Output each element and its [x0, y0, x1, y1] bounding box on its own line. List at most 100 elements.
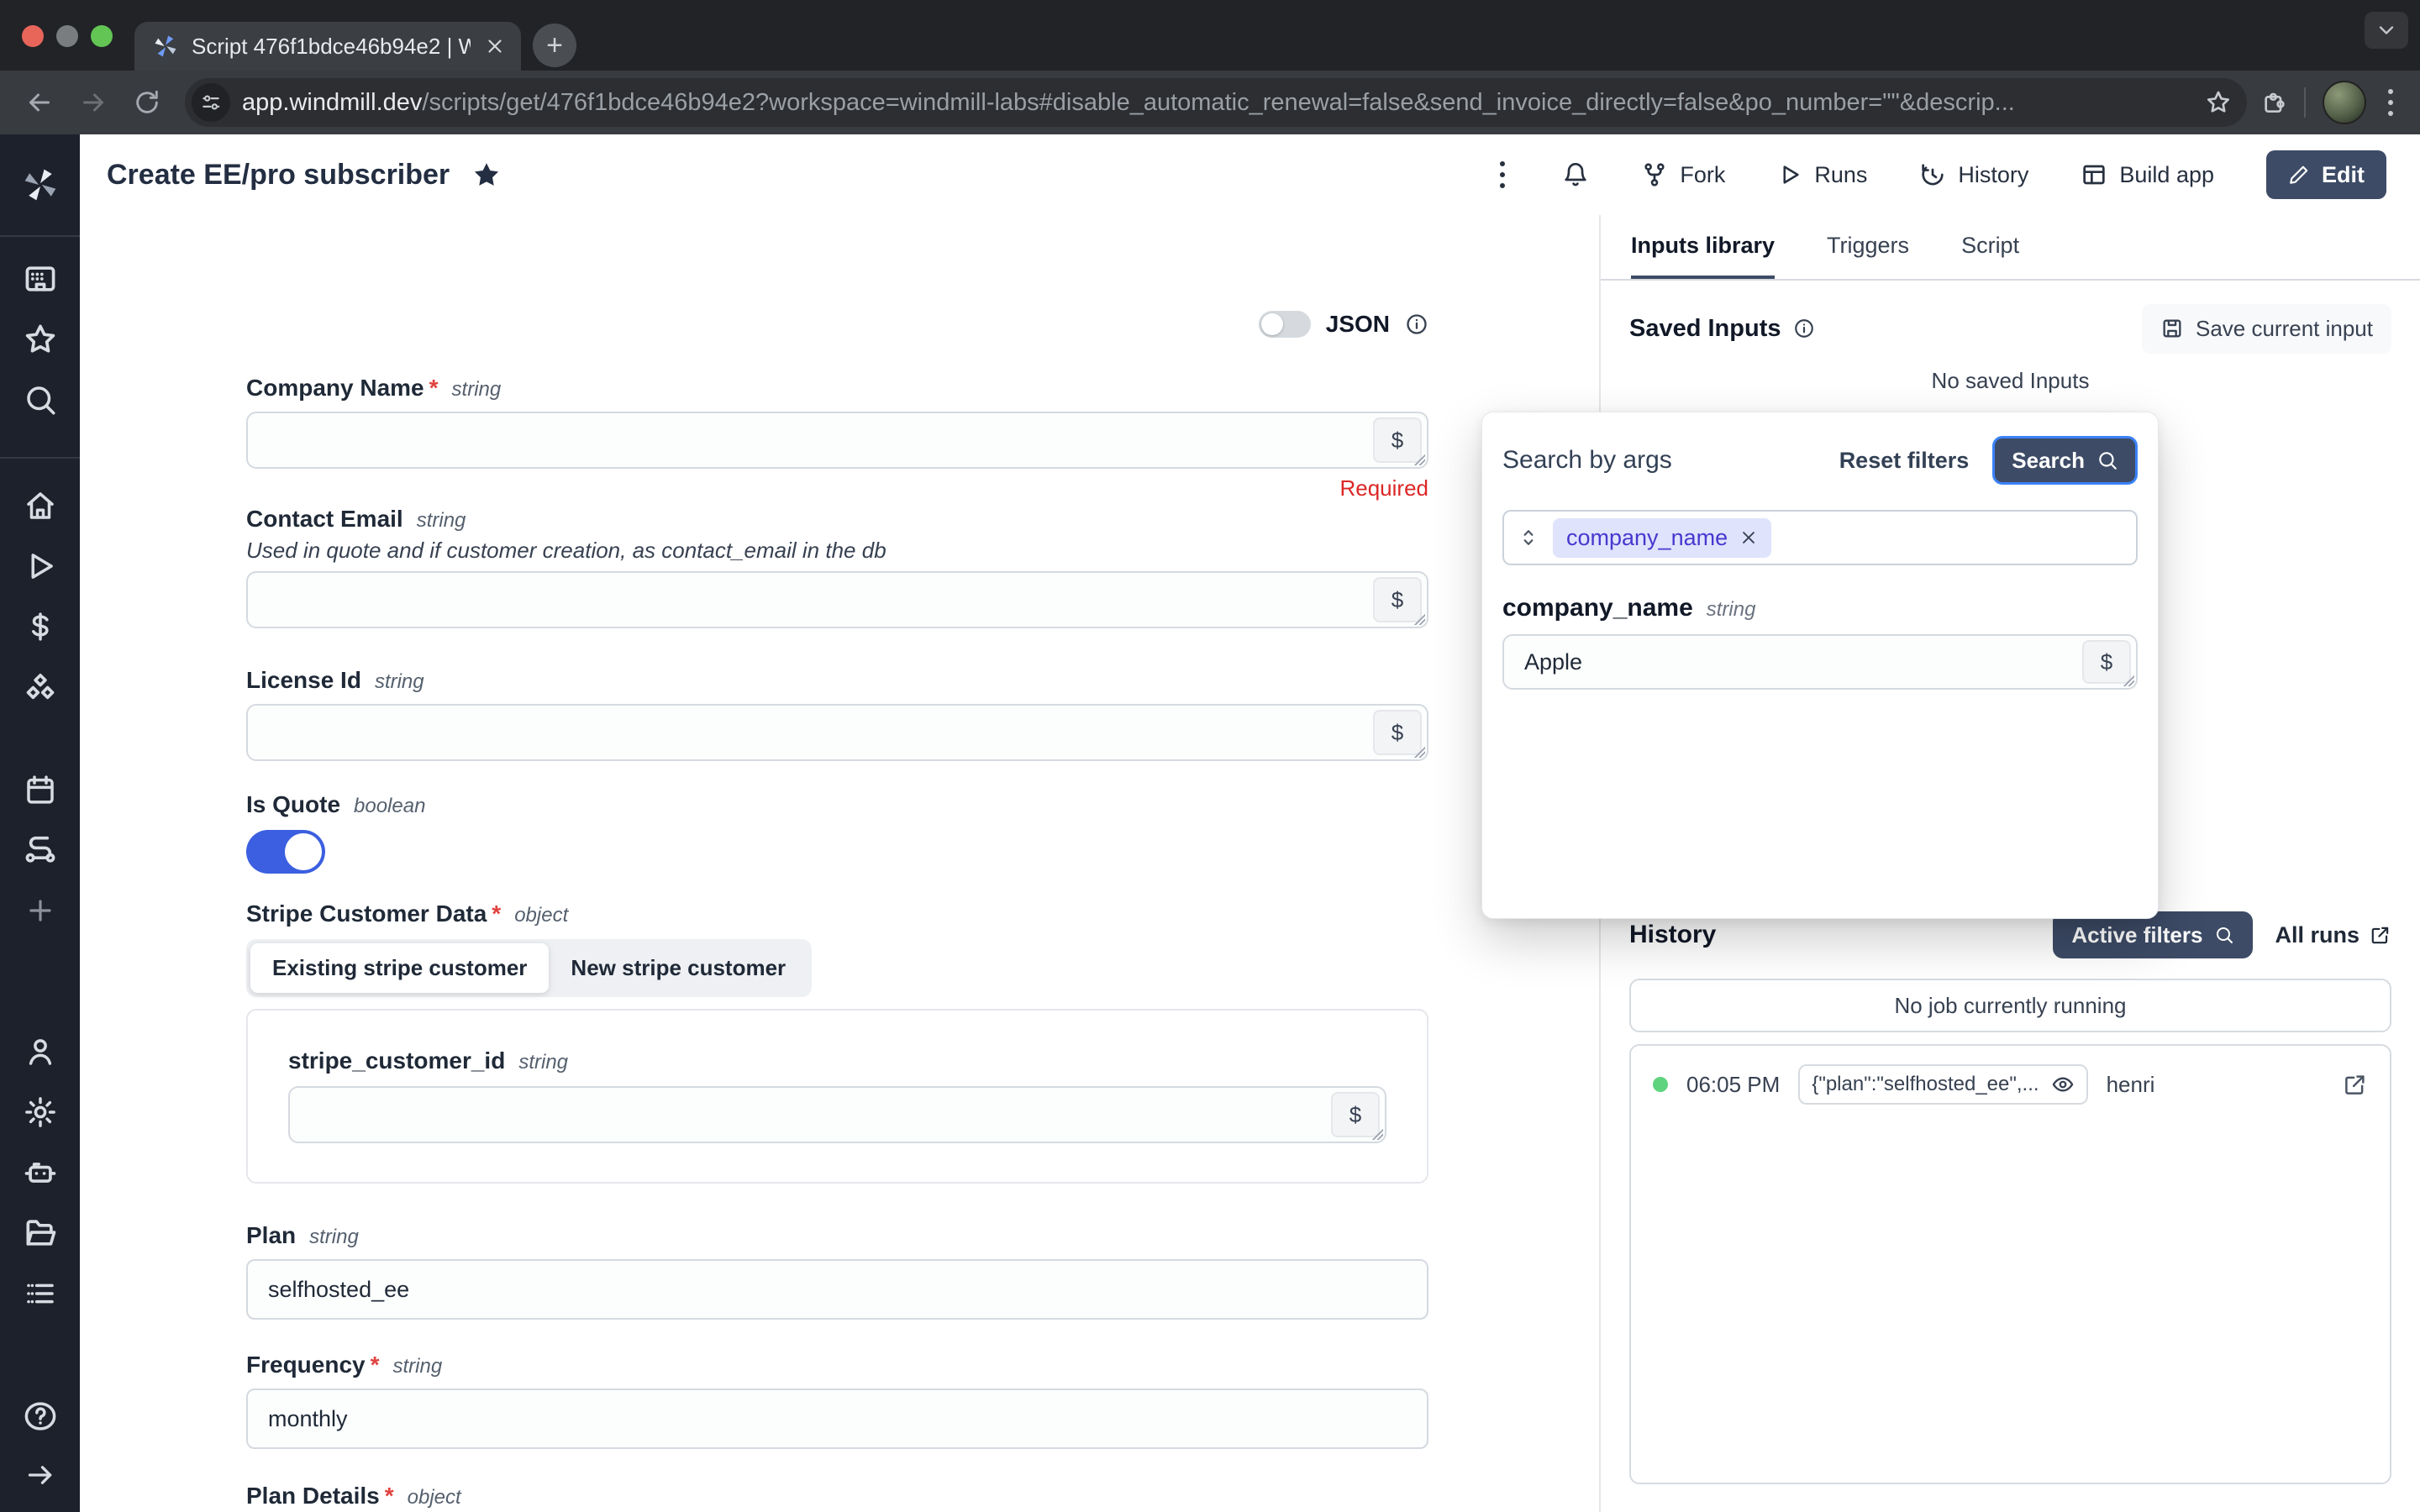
history-title: History: [1629, 921, 1716, 949]
tab-search-button[interactable]: [2365, 12, 2408, 49]
open-run-icon[interactable]: [2343, 1072, 2368, 1097]
sidebar-item-add[interactable]: [20, 890, 60, 931]
field-label-plan-details: Plan Details: [246, 1483, 380, 1509]
resize-handle[interactable]: [1412, 452, 1425, 465]
field-type: boolean: [354, 795, 425, 818]
tab-triggers[interactable]: Triggers: [1827, 215, 1909, 279]
site-info-button[interactable]: [192, 83, 230, 122]
reload-button[interactable]: [123, 78, 171, 127]
forward-button[interactable]: [69, 78, 118, 127]
all-runs-link[interactable]: All runs: [2275, 922, 2391, 948]
back-button[interactable]: [15, 78, 64, 127]
no-job-banner: No job currently running: [1629, 979, 2391, 1032]
search-button-label: Search: [2012, 448, 2085, 474]
close-window-button[interactable]: [22, 25, 44, 47]
address-bar[interactable]: app.windmill.dev/scripts/get/476f1bdce46…: [185, 78, 2247, 127]
home-icon: [23, 488, 58, 523]
minimize-window-button[interactable]: [56, 25, 78, 47]
sidebar-item-schedules[interactable]: [20, 769, 60, 810]
search-icon: [2096, 449, 2118, 471]
runs-button[interactable]: Runs: [1777, 162, 1867, 188]
new-tab-button[interactable]: +: [533, 24, 576, 67]
windmill-favicon: [153, 34, 178, 59]
json-toggle[interactable]: [1259, 311, 1311, 338]
frequency-input[interactable]: [248, 1390, 1427, 1447]
run-args-chip[interactable]: {"plan":"selfhosted_ee",...: [1798, 1064, 2087, 1105]
field-type: object: [408, 1486, 461, 1509]
window-controls[interactable]: [22, 25, 113, 47]
resize-handle[interactable]: [2121, 673, 2134, 686]
sidebar-item-folders[interactable]: [20, 1213, 60, 1253]
field-label-plan: Plan: [246, 1222, 296, 1249]
sidebar-item-apps[interactable]: [20, 259, 60, 299]
search-button[interactable]: Search: [1992, 436, 2138, 485]
info-icon[interactable]: [1793, 318, 1815, 339]
folder-open-icon: [22, 1215, 59, 1252]
arg-chip-label: company_name: [1566, 525, 1728, 551]
fork-button[interactable]: Fork: [1641, 161, 1725, 188]
sidebar-item-settings[interactable]: [20, 1092, 60, 1132]
sidebar-item-help[interactable]: [20, 1396, 60, 1436]
zoom-window-button[interactable]: [91, 25, 113, 47]
bookmark-star-icon[interactable]: [2205, 89, 2232, 116]
bell-icon: [1562, 161, 1589, 188]
toolbar-divider: [2304, 87, 2306, 118]
tab-inputs-library[interactable]: Inputs library: [1631, 215, 1775, 279]
info-icon[interactable]: [1405, 312, 1428, 336]
run-args-preview: {"plan":"selfhosted_ee",...: [1812, 1073, 2039, 1096]
tab-close-icon[interactable]: [484, 35, 506, 57]
tab-existing-stripe-customer[interactable]: Existing stripe customer: [250, 943, 549, 993]
favorite-star-icon[interactable]: [471, 160, 502, 190]
resize-handle[interactable]: [1412, 744, 1425, 758]
runs-label: Runs: [1814, 162, 1867, 188]
license-id-input[interactable]: [248, 706, 1427, 759]
company-name-input[interactable]: [248, 413, 1427, 467]
history-button[interactable]: History: [1919, 161, 2028, 188]
profile-avatar[interactable]: [2323, 81, 2366, 124]
run-status-dot: [1653, 1077, 1668, 1092]
plan-input[interactable]: [248, 1261, 1427, 1318]
sidebar-item-workers[interactable]: [20, 1152, 60, 1193]
arg-chip-company-name[interactable]: company_name: [1553, 518, 1771, 558]
notifications-button[interactable]: [1562, 161, 1589, 188]
sidebar-item-users[interactable]: [20, 1032, 60, 1072]
chrome-menu-button[interactable]: [2383, 84, 2398, 121]
eye-icon[interactable]: [2051, 1073, 2075, 1096]
sidebar-item-flows[interactable]: [20, 830, 60, 870]
cubes-icon: [22, 670, 59, 707]
browser-tab[interactable]: Script 476f1bdce46b94e2 | W: [134, 22, 521, 71]
popup-value-input[interactable]: [1504, 636, 2136, 688]
required-star: *: [429, 375, 439, 402]
tab-new-stripe-customer[interactable]: New stripe customer: [549, 943, 808, 993]
sidebar-item-favorites[interactable]: [20, 319, 60, 360]
args-select[interactable]: company_name: [1502, 510, 2138, 565]
edit-button[interactable]: Edit: [2266, 150, 2386, 199]
more-options-button[interactable]: [1495, 156, 1510, 193]
sidebar-item-resources[interactable]: [20, 669, 60, 709]
resize-handle[interactable]: [1412, 612, 1425, 625]
remove-chip-icon[interactable]: [1739, 528, 1758, 547]
contact-email-input[interactable]: [248, 573, 1427, 627]
windmill-logo[interactable]: [20, 165, 60, 205]
save-current-input-button[interactable]: Save current input: [2142, 304, 2391, 354]
sidebar-item-variables[interactable]: [20, 606, 60, 647]
sidebar-item-logs[interactable]: [20, 1273, 60, 1314]
sidebar-item-home[interactable]: [20, 486, 60, 526]
sidebar-expand-button[interactable]: [20, 1455, 60, 1495]
search-icon: [2214, 925, 2234, 945]
tab-script[interactable]: Script: [1961, 215, 2019, 279]
reset-filters-link[interactable]: Reset filters: [1839, 448, 1970, 474]
is-quote-toggle[interactable]: [246, 830, 325, 874]
build-app-button[interactable]: Build app: [2081, 161, 2214, 188]
stripe-customer-id-input[interactable]: [290, 1088, 1385, 1142]
play-icon: [23, 549, 58, 584]
required-star: *: [492, 900, 501, 927]
extensions-icon[interactable]: [2260, 89, 2287, 116]
sidebar-item-search[interactable]: [20, 380, 60, 420]
run-row[interactable]: 06:05 PM {"plan":"selfhosted_ee",... hen…: [1653, 1064, 2368, 1105]
chevron-down-icon: [2375, 18, 2398, 42]
sidebar-item-runs[interactable]: [20, 546, 60, 586]
url-text[interactable]: app.windmill.dev/scripts/get/476f1bdce46…: [242, 89, 2193, 117]
resize-handle[interactable]: [1370, 1126, 1383, 1140]
help-icon: [23, 1399, 58, 1434]
